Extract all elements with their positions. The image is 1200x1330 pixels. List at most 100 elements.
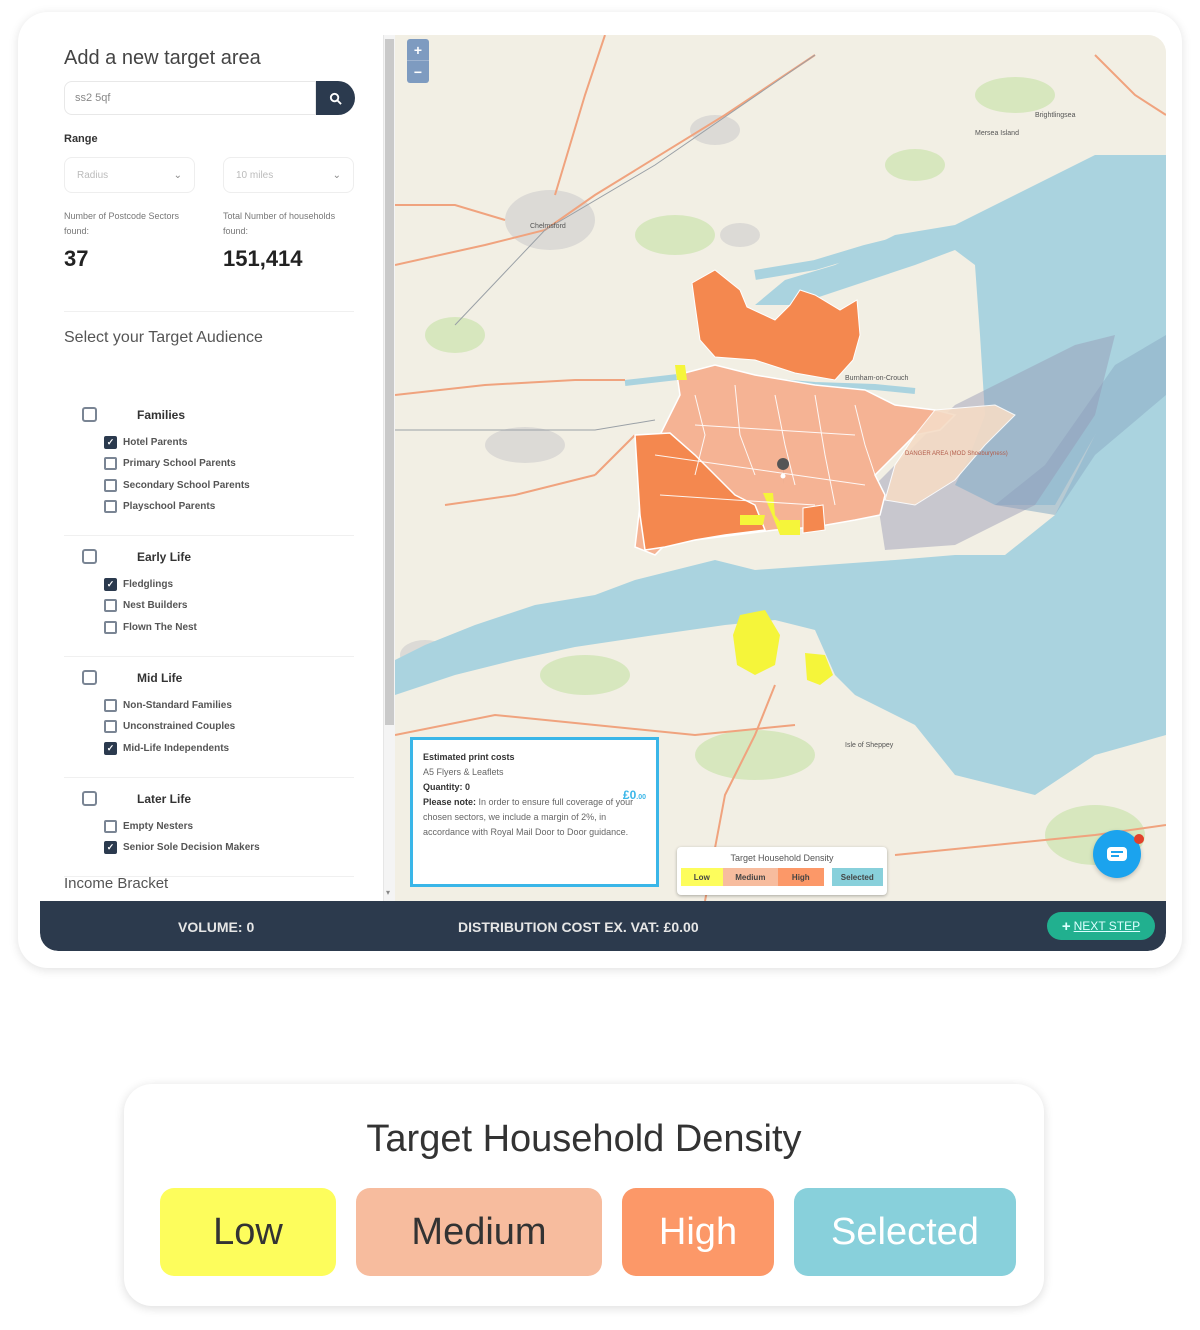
audience-group-header[interactable]: Mid Life bbox=[82, 670, 182, 685]
audience-item[interactable]: ✓ Hotel Parents bbox=[104, 433, 187, 451]
map-legend-swatches: Low Medium High Selected bbox=[681, 868, 883, 886]
cost-product: A5 Flyers & Leaflets bbox=[423, 767, 504, 777]
summary-bar: VOLUME: 0 DISTRIBUTION COST EX. VAT: £0.… bbox=[40, 901, 1166, 951]
cost-note: Please note: In order to ensure full cov… bbox=[423, 795, 646, 840]
checkbox-checked[interactable]: ✓ bbox=[104, 577, 117, 591]
checkbox[interactable] bbox=[104, 478, 117, 492]
audience-item-label: Flown The Nest bbox=[123, 621, 197, 633]
audience-group-header[interactable]: Later Life bbox=[82, 791, 191, 806]
map-label: Mersea Island bbox=[975, 130, 1019, 137]
postcode-search-input[interactable] bbox=[64, 81, 316, 115]
audience-item[interactable]: Non-Standard Families bbox=[104, 696, 232, 714]
checkbox[interactable] bbox=[104, 457, 117, 470]
zoom-in-button[interactable]: + bbox=[407, 39, 429, 61]
group-label: Families bbox=[137, 407, 186, 422]
map-legend-high: High bbox=[778, 868, 824, 886]
next-step-label: NEXT STEP bbox=[1073, 919, 1141, 933]
sectors-value: 37 bbox=[64, 246, 89, 271]
sidebar-heading: Add a new target area bbox=[64, 47, 261, 69]
scrollbar-thumb[interactable] bbox=[385, 39, 394, 725]
audience-item[interactable]: Nest Builders bbox=[104, 597, 187, 615]
map-label: Brightlingsea bbox=[1035, 112, 1076, 119]
income-bracket-title: Income Bracket bbox=[64, 875, 169, 892]
region-low-2 bbox=[740, 515, 765, 525]
scroll-down-arrow-icon[interactable]: ▾ bbox=[386, 888, 390, 897]
audience-item[interactable]: Playschool Parents bbox=[104, 498, 215, 516]
search-group bbox=[64, 81, 355, 115]
map-label: Chelmsford bbox=[530, 223, 566, 230]
chevron-down-icon: ⌄ bbox=[173, 169, 182, 181]
checkbox[interactable] bbox=[104, 698, 117, 712]
density-legend-card: Target Household Density Low Medium High Se… bbox=[124, 1084, 1044, 1306]
map-legend-title: Target Household Density bbox=[730, 853, 834, 863]
audience-item[interactable]: Unconstrained Couples bbox=[104, 718, 235, 736]
cost-price: £0.00 bbox=[623, 788, 646, 805]
map-legend: Target Household Density Low Medium High… bbox=[677, 847, 887, 895]
map-label: Burnham-on-Crouch bbox=[845, 375, 909, 382]
map-label: Isle of Sheppey bbox=[845, 742, 894, 749]
group-checkbox[interactable] bbox=[82, 791, 97, 806]
search-icon bbox=[329, 92, 342, 105]
divider bbox=[64, 535, 354, 536]
sidebar-scrollbar[interactable]: ▾ bbox=[383, 35, 395, 901]
group-checkbox[interactable] bbox=[82, 670, 97, 685]
notification-badge bbox=[1134, 834, 1144, 844]
checkbox[interactable] bbox=[104, 720, 117, 733]
households-value: 151,414 bbox=[223, 246, 303, 271]
group-checkbox[interactable] bbox=[82, 407, 97, 422]
range-type-select[interactable]: Radius ⌄ bbox=[64, 157, 195, 193]
region-high-south bbox=[802, 504, 826, 534]
audience-item[interactable]: ✓ Mid-Life Independents bbox=[104, 739, 229, 757]
checkbox-checked[interactable]: ✓ bbox=[104, 841, 117, 854]
map-legend-gap bbox=[823, 868, 832, 886]
region-low-4 bbox=[675, 365, 687, 380]
legend-low: Low bbox=[160, 1188, 336, 1276]
distribution-cost-text: DISTRIBUTION COST EX. VAT: £0.00 bbox=[458, 919, 699, 935]
checkbox[interactable] bbox=[104, 599, 117, 612]
sectors-label: Number of Postcode Sectors found: bbox=[64, 211, 180, 236]
audience-item-label: Primary School Parents bbox=[123, 458, 236, 469]
group-label: Mid Life bbox=[137, 670, 183, 685]
chat-button[interactable] bbox=[1093, 830, 1144, 878]
audience-item[interactable]: Flown The Nest bbox=[104, 618, 197, 636]
plus-icon: + bbox=[1061, 917, 1071, 935]
audience-item-label: Non-Standard Families bbox=[123, 699, 232, 711]
range-type-value: Radius bbox=[77, 169, 109, 181]
checkbox[interactable] bbox=[104, 620, 117, 634]
zoom-control: + − bbox=[407, 39, 429, 83]
audience-group-header[interactable]: Early Life bbox=[82, 549, 191, 564]
legend-title: Target Household Density bbox=[366, 1118, 802, 1160]
audience-item[interactable]: ✓ Fledglings bbox=[104, 575, 173, 593]
chat-icon bbox=[1107, 847, 1127, 861]
audience-item[interactable]: ✓ Senior Sole Decision Makers bbox=[104, 839, 260, 857]
group-checkbox[interactable] bbox=[82, 549, 97, 564]
audience-item[interactable]: Primary School Parents bbox=[104, 455, 236, 473]
chevron-down-icon: ⌄ bbox=[332, 169, 341, 181]
legend-medium: Medium bbox=[356, 1188, 602, 1276]
audience-item[interactable]: Empty Nesters bbox=[104, 817, 193, 835]
map-legend-low: Low bbox=[681, 868, 723, 886]
audience-item-label: Playschool Parents bbox=[123, 501, 216, 512]
audience-item-label: Nest Builders bbox=[123, 600, 188, 611]
volume-text: VOLUME: 0 bbox=[178, 919, 255, 935]
checkbox-checked[interactable]: ✓ bbox=[104, 741, 117, 755]
cost-quantity: Quantity: 0 bbox=[423, 782, 471, 792]
checkbox[interactable] bbox=[104, 500, 117, 513]
audience-item[interactable]: Secondary School Parents bbox=[104, 476, 250, 494]
price-value: £0 bbox=[622, 788, 637, 802]
audience-item-label: Secondary School Parents bbox=[123, 479, 250, 491]
note-label: Please note: bbox=[423, 797, 477, 807]
range-distance-select[interactable]: 10 miles ⌄ bbox=[223, 157, 354, 193]
checkbox[interactable] bbox=[104, 819, 117, 833]
map-view[interactable]: Chelmsford Mersea Island Brightlingsea B… bbox=[395, 35, 1166, 901]
audience-item-label: Mid-Life Independents bbox=[123, 742, 230, 754]
checkbox-checked[interactable]: ✓ bbox=[104, 435, 117, 449]
zoom-out-button[interactable]: − bbox=[407, 61, 429, 83]
audience-item-label: Fledglings bbox=[123, 578, 173, 590]
next-step-button[interactable]: + NEXT STEP bbox=[1047, 912, 1155, 940]
audience-group-header[interactable]: Families bbox=[82, 407, 185, 422]
audience-title: Select your Target Audience bbox=[64, 329, 263, 346]
search-button[interactable] bbox=[316, 81, 355, 115]
print-cost-box: Estimated print costs A5 Flyers & Leafle… bbox=[410, 737, 659, 887]
map-legend-medium: Medium bbox=[722, 868, 779, 886]
